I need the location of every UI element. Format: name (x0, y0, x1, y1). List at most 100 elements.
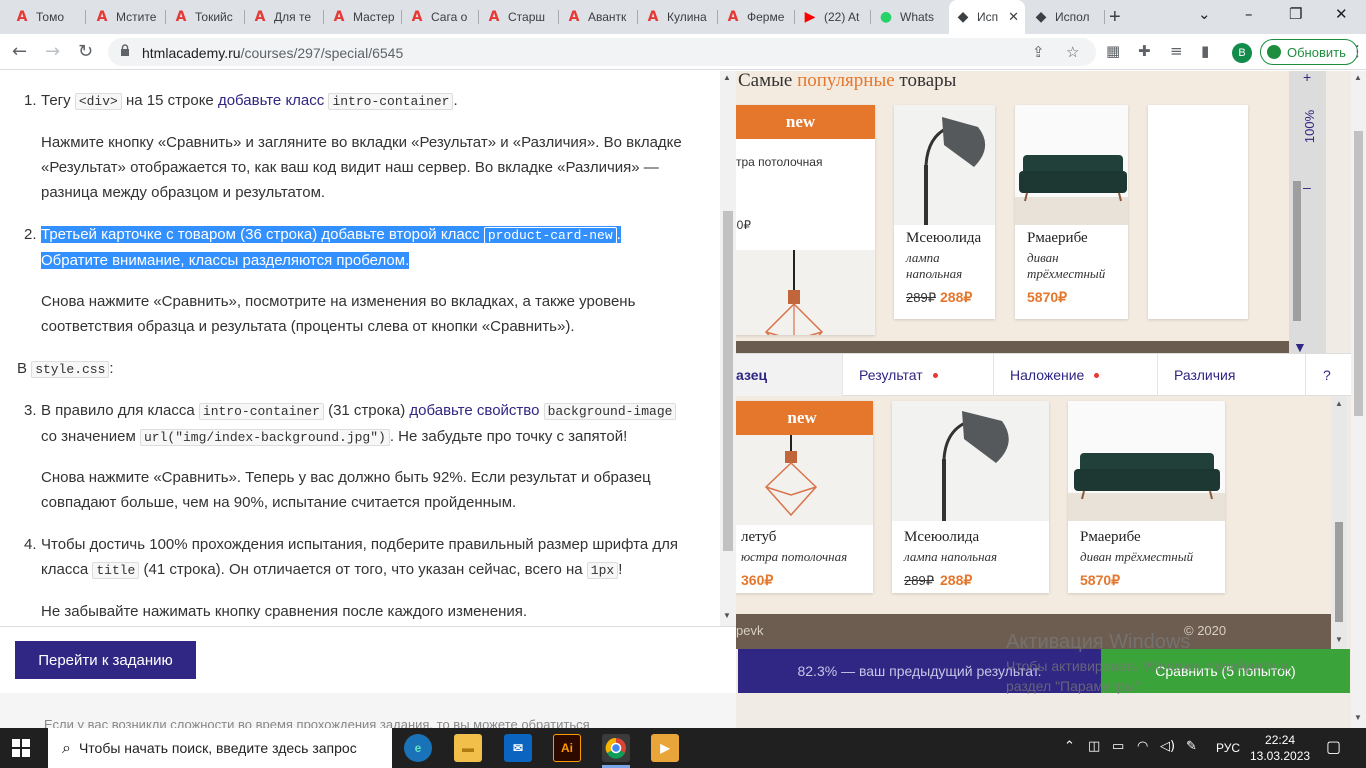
browser-tab[interactable]: A Старш (480, 4, 559, 30)
volume-icon[interactable]: ◁) (1160, 739, 1175, 754)
go-to-task-button[interactable]: Перейти к заданию (15, 641, 196, 679)
pen-icon[interactable]: ✎ (1186, 739, 1197, 754)
zoom-level: 100% (1302, 109, 1318, 144)
back-button[interactable]: ← (12, 41, 27, 62)
instructions-footer: Перейти к заданию (0, 626, 736, 693)
browser-tab[interactable]: ● Whats (872, 4, 948, 30)
reload-button[interactable]: ↻ (78, 41, 93, 62)
add-class-link[interactable]: добавьте класс (218, 92, 324, 109)
browser-toolbar: ← → ↻ htmlacademy.ru/courses/297/special… (0, 34, 1366, 70)
scroll-down-icon: ▼ (723, 611, 731, 620)
browser-tab[interactable]: A Авантк (560, 4, 638, 30)
browser-tab[interactable]: A Томо (8, 4, 86, 30)
share-icon[interactable]: ⇪ (1032, 43, 1045, 61)
tab-favicon-icon: A (254, 9, 266, 25)
update-button[interactable]: Обновить (1260, 39, 1358, 65)
preview-footer-strip (736, 341, 1289, 353)
profile-avatar[interactable]: В (1232, 43, 1252, 63)
video-player-icon[interactable]: ▶ (651, 734, 679, 762)
forward-button[interactable]: → (45, 41, 60, 62)
tab-title: Whats (900, 10, 935, 24)
tab-search-icon[interactable]: ⌄ (1198, 5, 1211, 23)
maximize-button[interactable]: ❐ (1289, 5, 1302, 23)
browser-tab[interactable]: A Мстите (88, 4, 166, 30)
tray-app-icon[interactable]: ◫ (1088, 739, 1100, 754)
tray-expand-icon[interactable]: ⌃ (1064, 739, 1075, 754)
scrollbar-thumb[interactable] (1335, 522, 1343, 622)
file-explorer-icon[interactable]: ▬ (454, 734, 482, 762)
clock[interactable]: 22:24 13.03.2023 (1250, 732, 1310, 764)
close-tab-icon[interactable]: ✕ (1008, 9, 1019, 25)
reading-list-icon[interactable]: ≡ (1170, 42, 1183, 60)
instructions-scrollbar[interactable]: ▲ ▼ (720, 71, 736, 626)
tab-favicon-icon: ◆ (957, 9, 969, 25)
tab-sample[interactable]: азец (736, 354, 843, 396)
tab-favicon-icon: A (411, 9, 423, 25)
tab-separator (717, 10, 718, 24)
minimize-button[interactable]: – (1245, 5, 1253, 23)
zoom-out-button[interactable]: – (1303, 179, 1311, 195)
floor-lamp-image (892, 401, 1049, 521)
tab-favicon-icon: A (488, 9, 500, 25)
browser-tab[interactable]: ◆ Испол (1027, 4, 1105, 30)
chrome-icon[interactable] (602, 734, 630, 762)
illustrator-icon[interactable]: Ai (553, 734, 581, 762)
mail-icon[interactable]: ✉ (504, 734, 532, 762)
browser-tab[interactable]: A Кулина (639, 4, 718, 30)
code-style-css: style.css (31, 361, 110, 378)
page-scrollbar[interactable]: ▲ ▼ (1351, 71, 1366, 728)
close-window-button[interactable]: ✕ (1335, 5, 1348, 23)
wifi-icon[interactable]: ◠ (1137, 739, 1148, 754)
edge-icon[interactable]: e (404, 734, 432, 762)
side-panel-icon[interactable]: ▮ (1201, 42, 1209, 60)
notifications-icon[interactable]: ▢ (1326, 737, 1341, 756)
address-bar[interactable]: htmlacademy.ru/courses/297/special/6545 … (108, 38, 1096, 66)
windows-start-icon[interactable] (12, 739, 30, 757)
browser-tab[interactable]: ◆ Исп ✕ (949, 0, 1025, 34)
sofa-image (1015, 105, 1128, 225)
tab-title: Томо (36, 10, 64, 24)
help-button[interactable]: ? (1306, 354, 1351, 396)
tab-separator (323, 10, 324, 24)
update-icon (1267, 45, 1281, 59)
step-number: 3. (24, 402, 37, 419)
tab-favicon-icon: ▶ (804, 9, 816, 25)
extension-icon[interactable]: ▦ (1106, 42, 1120, 60)
browser-tab[interactable]: A Токийс (167, 4, 245, 30)
tab-overlay[interactable]: Наложение (994, 354, 1158, 396)
tab-favicon-icon: A (96, 9, 108, 25)
scroll-up-icon: ▲ (1335, 399, 1343, 408)
tab-differences[interactable]: Различия (1158, 354, 1306, 396)
tab-title: Испол (1055, 10, 1090, 24)
code-product-card-new: product-card-new (483, 227, 617, 244)
browser-tab[interactable]: A Ферме (719, 4, 795, 30)
new-badge: new (736, 401, 873, 435)
bookmark-star-icon[interactable]: ☆ (1066, 43, 1079, 61)
menu-icon[interactable]: ⋮ (1350, 42, 1365, 60)
product-card: new стра потолочная 60₽ (736, 105, 875, 335)
step-number: 1. (24, 92, 37, 109)
browser-tab-strip: A Томо A Мстите A Токийс A Для те A Мастер A Сага о… (0, 0, 1366, 34)
sofa-image (1068, 401, 1225, 521)
pendant-lamp-image (736, 435, 873, 525)
browser-tab[interactable]: A Для те (246, 4, 324, 30)
zoom-in-button[interactable]: + (1303, 71, 1311, 85)
scrollbar-thumb[interactable] (723, 211, 733, 551)
extensions-puzzle-icon[interactable]: ✚ (1138, 42, 1151, 60)
browser-tab[interactable]: ▶ (22) At (796, 4, 871, 30)
network-icon[interactable]: ▭ (1112, 739, 1124, 754)
language-indicator[interactable]: РУС (1216, 741, 1240, 755)
taskbar-search[interactable]: ⌕ Чтобы начать поиск, введите здесь запр… (48, 728, 392, 768)
browser-tab[interactable]: A Мастер (325, 4, 402, 30)
tab-title: Для те (274, 10, 311, 24)
new-tab-button[interactable]: + (1109, 6, 1121, 29)
product-card-empty (1148, 105, 1248, 319)
browser-tab[interactable]: A Сага о (403, 4, 479, 30)
result-scrollbar[interactable]: ▲ ▼ (1331, 397, 1347, 649)
preview-scrollbar-thumb[interactable] (1293, 181, 1301, 321)
add-property-link[interactable]: добавьте свойство (409, 402, 539, 419)
tab-result[interactable]: Результат (843, 354, 994, 396)
tab-separator (794, 10, 795, 24)
scrollbar-thumb[interactable] (1354, 131, 1363, 416)
url-text: htmlacademy.ru/courses/297/special/6545 (142, 45, 404, 61)
